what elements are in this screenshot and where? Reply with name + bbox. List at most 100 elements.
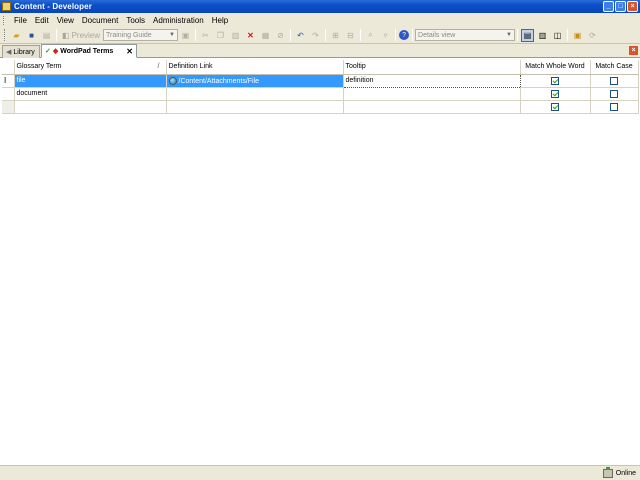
status-bar: Online	[0, 465, 640, 480]
toolbar-separator	[56, 29, 57, 41]
column-header-match-whole-word[interactable]: Match Whole Word	[520, 60, 591, 75]
match-whole-word-checkbox[interactable]	[551, 89, 559, 98]
row-header	[2, 87, 15, 101]
refresh-icon[interactable]: ⟳	[586, 29, 599, 42]
toolbar-separator	[290, 29, 292, 41]
menu-grip	[3, 15, 6, 25]
chevron-down-icon: ▼	[506, 32, 512, 38]
publish-icon[interactable]: ▣	[571, 29, 584, 42]
maximize-button[interactable]: □	[615, 1, 626, 12]
tab-wordpad-terms-label: WordPad Terms	[60, 47, 114, 55]
new-table-row[interactable]	[2, 100, 639, 114]
properties-icon[interactable]: ▣	[179, 29, 192, 42]
filter-icon[interactable]: ▿	[379, 29, 392, 42]
match-case-cell	[590, 74, 639, 88]
link-icon[interactable]: ⊘	[274, 29, 287, 42]
network-status-icon	[602, 466, 613, 478]
window-controls: _ □ ×	[603, 1, 638, 12]
column-header-definition-link[interactable]: Definition Link	[166, 60, 344, 75]
status-text: Online	[615, 469, 636, 477]
open-folder-icon[interactable]: ▰	[10, 29, 23, 42]
split-view-icon[interactable]: ▥	[536, 29, 549, 42]
menu-tools[interactable]: Tools	[122, 16, 149, 25]
details-view-icon[interactable]: ▤	[521, 28, 535, 42]
toolbar-separator	[567, 29, 569, 41]
row-header-corner	[2, 60, 15, 75]
definition-link-cell[interactable]	[166, 100, 344, 114]
match-whole-word-cell	[520, 87, 591, 101]
indent-icon[interactable]: ⊞	[329, 29, 342, 42]
toolbar: ▰ ■ ▤ ◧ Preview Training Guide ▼ ▣ ✂ ❐ ▥…	[0, 27, 640, 44]
table-row[interactable]: document	[2, 87, 639, 101]
tooltip-cell[interactable]	[343, 100, 521, 114]
rename-icon[interactable]: ▦	[259, 29, 272, 42]
match-case-checkbox[interactable]	[610, 89, 618, 98]
row-header	[2, 100, 15, 114]
close-tab-icon[interactable]: ✕	[126, 47, 133, 56]
match-case-cell	[590, 100, 639, 114]
view-combo[interactable]: Details view ▼	[415, 29, 516, 41]
match-case-checkbox[interactable]	[610, 76, 618, 85]
match-whole-word-checkbox[interactable]	[551, 102, 559, 111]
glossary-term-cell[interactable]	[14, 100, 167, 114]
cut-icon[interactable]: ✂	[199, 29, 212, 42]
glossary-table: Glossary Term / Definition Link Tooltip …	[2, 60, 639, 114]
column-header-glossary-term[interactable]: Glossary Term /	[14, 60, 167, 75]
tooltip-cell[interactable]: definition	[342, 73, 521, 88]
preview-icon: ◧	[62, 30, 70, 40]
table-row[interactable]: I file /Content/Attachments/File definit…	[2, 73, 639, 88]
checkmark-icon: ✓	[45, 48, 51, 55]
glossary-term-cell[interactable]: file	[14, 74, 167, 88]
glossary-term-cell[interactable]: document	[14, 87, 167, 101]
preview-label: Preview	[71, 30, 101, 40]
tab-wordpad-terms[interactable]: ✓ ◆ WordPad Terms ✕	[41, 44, 137, 58]
menu-administration[interactable]: Administration	[149, 16, 208, 25]
project-combo[interactable]: Training Guide ▼	[103, 29, 179, 41]
toolbar-separator	[195, 29, 197, 41]
undo-icon[interactable]: ↶	[294, 29, 307, 42]
print-icon[interactable]: ▤	[40, 29, 53, 42]
toolbar-separator	[325, 29, 327, 41]
definition-link-cell[interactable]: /Content/Attachments/File	[166, 74, 344, 88]
app-icon	[2, 2, 11, 11]
close-document-icon[interactable]: ×	[629, 46, 638, 55]
save-icon[interactable]: ■	[25, 29, 38, 42]
window-title: Content - Developer	[14, 2, 92, 11]
project-combo-value: Training Guide	[106, 31, 152, 39]
menu-document[interactable]: Document	[78, 16, 122, 25]
table-header-row: Glossary Term / Definition Link Tooltip …	[2, 60, 639, 75]
view-combo-value: Details view	[418, 31, 456, 39]
chevron-down-icon: ▼	[169, 32, 175, 38]
match-case-checkbox[interactable]	[610, 102, 618, 111]
paste-icon[interactable]: ▥	[229, 29, 242, 42]
document-tabs: ◀ Library ✓ ◆ WordPad Terms ✕ ×	[0, 44, 640, 58]
column-header-match-case[interactable]: Match Case	[590, 60, 639, 75]
close-window-button[interactable]: ×	[627, 1, 638, 12]
menu-edit[interactable]: Edit	[31, 16, 53, 25]
redo-icon[interactable]: ↷	[309, 29, 322, 42]
preview-button[interactable]: ◧ Preview	[59, 31, 103, 40]
outdent-icon[interactable]: ⊟	[344, 29, 357, 42]
menu-file[interactable]: File	[10, 16, 31, 25]
tab-library[interactable]: ◀ Library	[2, 45, 40, 58]
toolbar-grip	[4, 29, 7, 41]
menu-view[interactable]: View	[53, 16, 78, 25]
tooltip-cell[interactable]	[343, 87, 521, 101]
find-icon[interactable]: ⌕	[364, 29, 377, 42]
columns-view-icon[interactable]: ◫	[551, 29, 564, 42]
column-header-tooltip[interactable]: Tooltip	[343, 60, 521, 75]
menu-help[interactable]: Help	[208, 16, 232, 25]
globe-link-icon	[168, 76, 177, 85]
toolbar-separator	[517, 29, 519, 41]
glossary-grid-area: Glossary Term / Definition Link Tooltip …	[0, 58, 640, 465]
title-bar: Content - Developer _ □ ×	[0, 0, 640, 13]
match-whole-word-checkbox[interactable]	[551, 76, 559, 85]
help-icon[interactable]: ?	[399, 30, 410, 40]
toolbar-separator	[360, 29, 362, 41]
delete-icon[interactable]: ✕	[244, 29, 257, 42]
toolbar-separator	[395, 29, 397, 41]
copy-icon[interactable]: ❐	[214, 29, 227, 42]
definition-link-cell[interactable]	[166, 87, 344, 101]
glossary-icon: ◆	[52, 48, 59, 55]
minimize-button[interactable]: _	[603, 1, 614, 12]
